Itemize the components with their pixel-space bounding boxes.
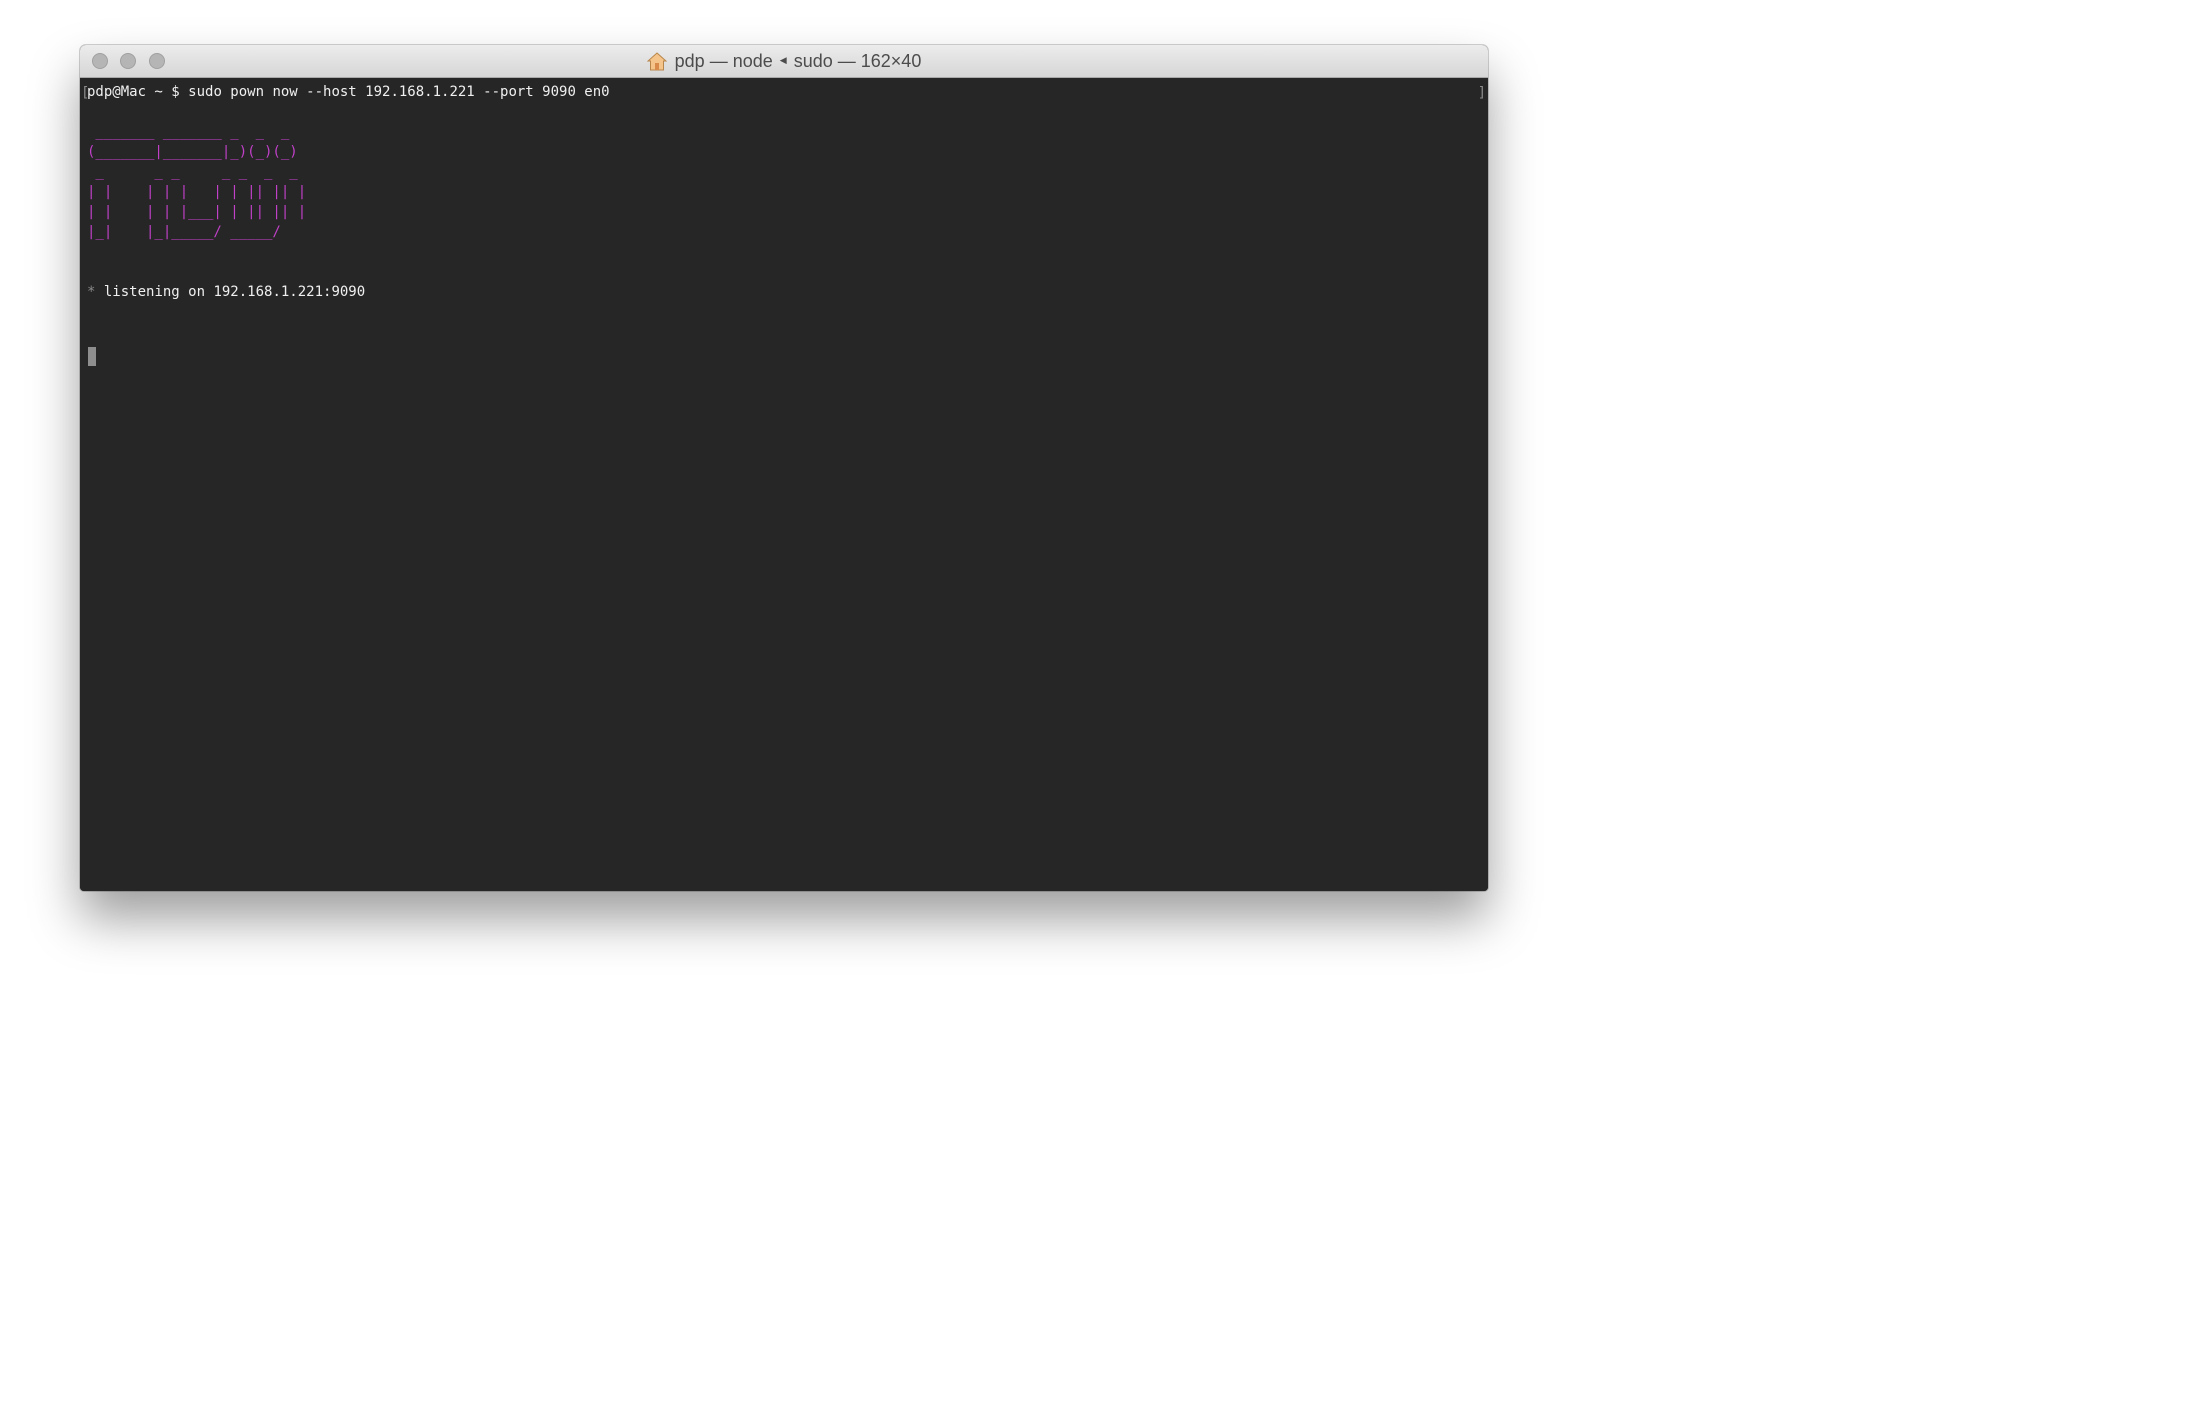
- title-size: 162×40: [860, 51, 922, 71]
- title-separator-dash-2: —: [837, 51, 856, 71]
- command-line: pdp@Mac ~ $ sudo pown now --host 192.168…: [87, 82, 610, 102]
- title-process-2: sudo: [793, 51, 833, 71]
- title-process: node: [732, 51, 773, 71]
- shell-prompt: pdp@Mac ~ $: [87, 84, 189, 100]
- scroll-mark-right: ]: [1477, 85, 1486, 101]
- window-title: pdp — node ◀ sudo — 162×40: [80, 45, 1488, 78]
- banner-line: | | | | | | | || || |: [87, 184, 307, 200]
- banner-line: _______ _______ _ _ _: [87, 124, 298, 140]
- terminal-content[interactable]: [ ] pdp@Mac ~ $ sudo pown now --host 192…: [80, 78, 1488, 891]
- home-folder-icon: [646, 52, 667, 71]
- title-user: pdp: [674, 51, 705, 71]
- terminal-window: pdp — node ◀ sudo — 162×40 [ ] pdp@Mac ~…: [80, 45, 1488, 891]
- status-line: * listening on 192.168.1.221:9090: [87, 282, 365, 302]
- banner-line: _ _ _ _ _ _ _: [87, 164, 307, 180]
- banner-line: | | | | |___| | || || |: [87, 204, 307, 220]
- banner-line: (_______|_______|_)(_)(_): [87, 144, 298, 160]
- status-text: listening on 192.168.1.221:9090: [95, 284, 366, 300]
- process-arrow-icon: ◀: [779, 55, 787, 65]
- shell-command: sudo pown now --host 192.168.1.221 --por…: [188, 84, 610, 100]
- banner-line: |_| |_|_____/ _____/: [87, 224, 290, 240]
- title-separator-dash: —: [709, 51, 728, 71]
- terminal-cursor: [88, 347, 96, 366]
- title-bar[interactable]: pdp — node ◀ sudo — 162×40: [80, 45, 1488, 78]
- ascii-banner: _______ _______ _ _ _ (_______|_______|_…: [87, 122, 306, 242]
